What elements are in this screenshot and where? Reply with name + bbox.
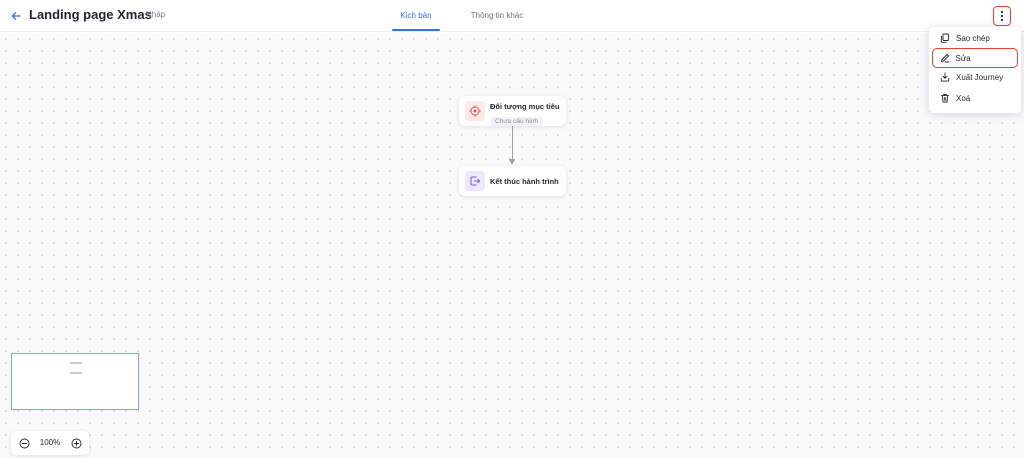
menu-item-label: Xoá [956,94,971,103]
connector-arrow [509,159,515,165]
minimap-node [70,372,82,374]
page-title: Landing page Xmas [29,7,152,22]
menu-item-delete[interactable]: Xoá [932,89,1018,108]
menu-item-export-journey[interactable]: Xuất Journey [932,68,1018,87]
copy-icon [941,33,949,43]
menu-item-label: Sửa [955,53,971,63]
trash-icon [941,93,949,103]
edit-icon [940,53,949,62]
node-title: Đối tượng mục tiêu [490,102,560,111]
status-badge: Nháp [146,10,166,19]
top-bar: Landing page Xmas Nháp Kịch bản Thông ti… [0,0,1024,32]
zoom-in-button[interactable] [69,436,83,450]
node-title: Kết thúc hành trình [490,177,559,186]
minimap-node [70,362,82,364]
zoom-out-button[interactable] [17,436,31,450]
more-options-button[interactable] [993,6,1011,26]
zoom-level: 100% [39,438,61,447]
menu-item-edit[interactable]: Sửa [932,48,1018,68]
node-icon-wrap [465,101,485,121]
menu-item-label: Xuất Journey [956,73,1004,82]
menu-item-copy[interactable]: Sao chép [932,29,1018,48]
minimap[interactable] [11,353,139,410]
menu-item-label: Sao chép [956,34,990,43]
arrow-left-icon [11,12,21,20]
tab-other-info[interactable]: Thông tin khác [466,0,528,31]
node-target-audience[interactable]: Đối tượng mục tiêu Chưa cấu hình [459,96,566,126]
target-icon [469,105,481,117]
node-icon-wrap [465,171,485,191]
zoom-in-icon [71,438,81,448]
tab-scenario[interactable]: Kịch bản [392,0,440,31]
exit-icon [470,176,481,186]
download-icon [940,72,950,82]
options-menu: Sao chép Sửa Xuất Journey Xoá [929,27,1021,113]
zoom-controls: 100% [11,431,89,455]
node-end-journey[interactable]: Kết thúc hành trình [459,166,566,196]
more-vertical-icon [1000,10,1004,22]
back-button[interactable] [8,8,24,24]
node-status: Chưa cấu hình [490,117,544,126]
flow-connector [512,126,513,160]
zoom-out-icon [19,438,29,448]
